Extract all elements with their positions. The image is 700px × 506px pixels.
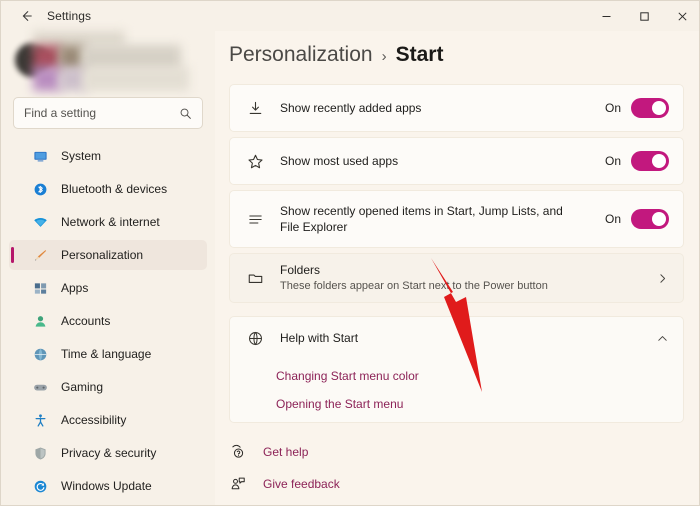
minimize-button[interactable] xyxy=(587,1,625,31)
footer-links: Get help Give feedback xyxy=(229,441,529,505)
search-icon xyxy=(179,107,192,120)
help-section-title: Help with Start xyxy=(280,330,656,346)
chevron-right-icon[interactable] xyxy=(656,272,669,285)
breadcrumb: Personalization › Start xyxy=(229,43,443,67)
setting-subtitle: These folders appear on Start next to th… xyxy=(280,279,656,294)
sidebar-item-label: Apps xyxy=(61,281,88,295)
sidebar-nav: System Bluetooth & devices xyxy=(1,138,215,504)
star-icon xyxy=(244,150,266,172)
sidebar-item-accessibility[interactable]: Accessibility xyxy=(9,405,207,435)
setting-card-recently-opened-items[interactable]: Show recently opened items in Start, Jum… xyxy=(229,190,684,248)
help-with-start-header[interactable]: Help with Start xyxy=(230,317,683,359)
monitor-icon xyxy=(31,147,49,165)
sidebar-item-label: Windows Update xyxy=(61,479,152,493)
sidebar-item-label: System xyxy=(61,149,101,163)
help-with-start-card: Help with Start Changing Start menu colo… xyxy=(229,316,684,423)
sidebar-item-privacy-security[interactable]: Privacy & security xyxy=(9,438,207,468)
sidebar-item-network-internet[interactable]: Network & internet xyxy=(9,207,207,237)
download-icon xyxy=(244,97,266,119)
sidebar-item-personalization[interactable]: Personalization xyxy=(9,240,207,270)
list-icon xyxy=(244,208,266,230)
toggle-state-label: On xyxy=(605,212,621,226)
account-blur-7 xyxy=(83,67,189,91)
clock-globe-icon xyxy=(31,345,49,363)
get-help-link[interactable]: Get help xyxy=(229,441,529,463)
user-account-block[interactable] xyxy=(15,31,201,93)
update-icon xyxy=(31,477,49,495)
account-blur-5 xyxy=(33,67,61,91)
apps-icon xyxy=(31,279,49,297)
help-links-list: Changing Start menu color Opening the St… xyxy=(230,359,683,425)
paintbrush-icon xyxy=(31,246,49,264)
question-help-icon xyxy=(229,443,247,461)
bluetooth-icon xyxy=(31,180,49,198)
chevron-up-icon[interactable] xyxy=(656,332,669,345)
toggle-knob xyxy=(652,212,666,226)
help-link-changing-start-menu-color[interactable]: Changing Start menu color xyxy=(276,369,419,384)
gamepad-icon xyxy=(31,378,49,396)
footer-link-label: Get help xyxy=(263,445,308,459)
toggle-state-label: On xyxy=(605,101,621,115)
person-icon xyxy=(31,312,49,330)
sidebar-item-label: Gaming xyxy=(61,380,103,394)
help-link-opening-the-start-menu[interactable]: Opening the Start menu xyxy=(276,397,403,412)
page-title: Start xyxy=(396,43,444,67)
toggle-recently-opened-items[interactable] xyxy=(631,209,669,229)
setting-title: Show recently opened items in Start, Jum… xyxy=(280,203,580,235)
setting-title: Folders xyxy=(280,262,656,278)
toggle-knob xyxy=(652,101,666,115)
setting-card-folders[interactable]: Folders These folders appear on Start ne… xyxy=(229,253,684,303)
breadcrumb-separator: › xyxy=(382,48,387,65)
toggle-most-used-apps[interactable] xyxy=(631,151,669,171)
shield-icon xyxy=(31,444,49,462)
wifi-icon xyxy=(31,213,49,231)
sidebar-item-label: Personalization xyxy=(61,248,143,262)
back-button[interactable] xyxy=(11,3,41,29)
sidebar-item-apps[interactable]: Apps xyxy=(9,273,207,303)
sidebar-item-gaming[interactable]: Gaming xyxy=(9,372,207,402)
window-title: Settings xyxy=(47,9,91,23)
search-box[interactable] xyxy=(13,97,203,129)
sidebar-item-system[interactable]: System xyxy=(9,141,207,171)
close-button[interactable] xyxy=(663,1,700,31)
title-bar: Settings xyxy=(1,1,700,31)
sidebar-item-label: Time & language xyxy=(61,347,151,361)
feedback-icon xyxy=(229,475,247,493)
give-feedback-link[interactable]: Give feedback xyxy=(229,473,529,495)
globe-help-icon xyxy=(244,327,266,349)
sidebar-item-windows-update[interactable]: Windows Update xyxy=(9,471,207,501)
setting-title: Show most used apps xyxy=(280,153,605,169)
sidebar-item-accounts[interactable]: Accounts xyxy=(9,306,207,336)
selection-pill xyxy=(11,247,14,263)
sidebar-item-label: Network & internet xyxy=(61,215,160,229)
sidebar-item-time-language[interactable]: Time & language xyxy=(9,339,207,369)
breadcrumb-parent[interactable]: Personalization xyxy=(229,43,373,67)
sidebar-item-label: Accessibility xyxy=(61,413,126,427)
settings-window: Settings xyxy=(0,0,700,506)
folder-icon xyxy=(244,267,266,289)
accessibility-icon xyxy=(31,411,49,429)
sidebar: System Bluetooth & devices xyxy=(1,31,215,506)
maximize-button[interactable] xyxy=(625,1,663,31)
sidebar-item-label: Accounts xyxy=(61,314,110,328)
setting-card-recently-added-apps[interactable]: Show recently added apps On xyxy=(229,84,684,132)
setting-title: Show recently added apps xyxy=(280,100,605,116)
sidebar-item-bluetooth-devices[interactable]: Bluetooth & devices xyxy=(9,174,207,204)
main-content: Personalization › Start Show recently ad… xyxy=(215,31,700,506)
search-input[interactable] xyxy=(24,106,179,120)
toggle-state-label: On xyxy=(605,154,621,168)
sidebar-item-label: Bluetooth & devices xyxy=(61,182,167,196)
toggle-recently-added-apps[interactable] xyxy=(631,98,669,118)
toggle-knob xyxy=(652,154,666,168)
sidebar-item-label: Privacy & security xyxy=(61,446,156,460)
window-controls xyxy=(587,1,700,31)
setting-card-most-used-apps[interactable]: Show most used apps On xyxy=(229,137,684,185)
footer-link-label: Give feedback xyxy=(263,477,340,491)
